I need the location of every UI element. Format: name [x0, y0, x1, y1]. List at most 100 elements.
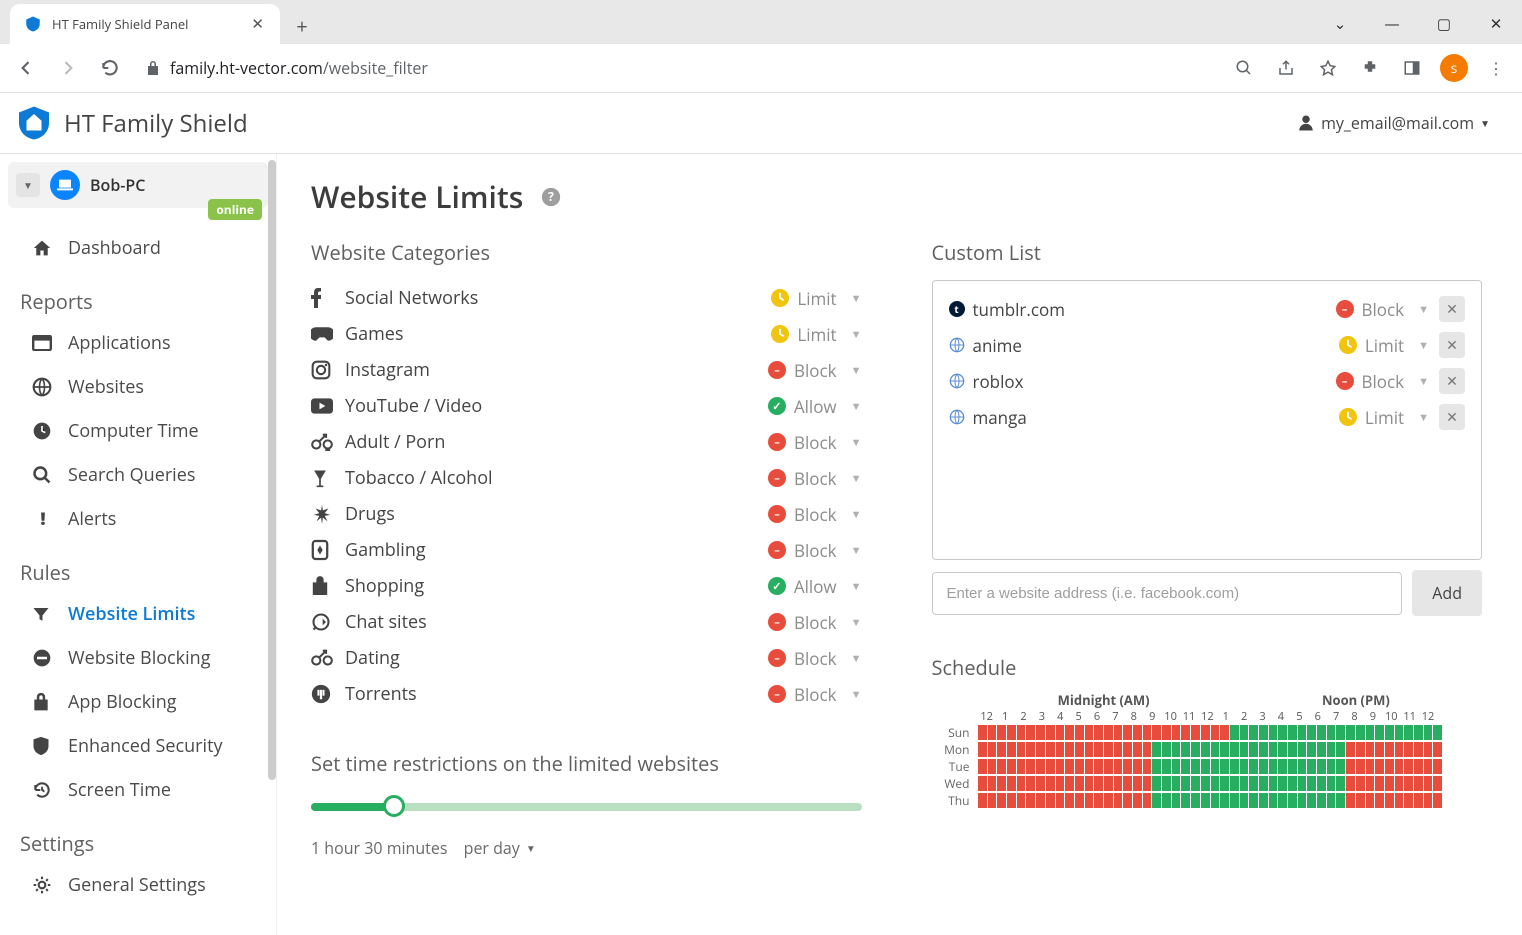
schedule-cell[interactable]	[988, 725, 997, 740]
share-icon[interactable]	[1268, 50, 1304, 86]
browser-tab[interactable]: HT Family Shield Panel ✕	[10, 4, 280, 44]
schedule-cell[interactable]	[1007, 776, 1016, 791]
schedule-cell[interactable]	[1240, 776, 1249, 791]
close-icon[interactable]: ✕	[251, 14, 264, 34]
schedule-cell[interactable]	[978, 759, 987, 774]
schedule-cell[interactable]	[1220, 793, 1229, 808]
schedule-cell[interactable]	[1017, 742, 1026, 757]
schedule-cell[interactable]	[1317, 725, 1326, 740]
schedule-cell[interactable]	[1181, 759, 1190, 774]
schedule-cell[interactable]	[1056, 776, 1065, 791]
schedule-cell[interactable]	[1152, 776, 1161, 791]
schedule-cell[interactable]	[1414, 793, 1423, 808]
schedule-cell[interactable]	[1046, 725, 1055, 740]
schedule-cell[interactable]	[1133, 725, 1142, 740]
schedule-cell[interactable]	[1366, 742, 1375, 757]
sidebar-item-general-settings[interactable]: General Settings	[8, 863, 268, 907]
schedule-cell[interactable]	[1123, 759, 1132, 774]
status-dropdown[interactable]: –Block▼	[1336, 370, 1429, 393]
status-dropdown[interactable]: Limit▼	[771, 323, 861, 346]
status-dropdown[interactable]: ✓Allow▼	[768, 575, 862, 598]
schedule-cell[interactable]	[1375, 759, 1384, 774]
schedule-cell[interactable]	[1278, 742, 1287, 757]
schedule-cell[interactable]	[1085, 742, 1094, 757]
profile-button[interactable]: s	[1436, 50, 1472, 86]
schedule-cell[interactable]	[1230, 759, 1239, 774]
schedule-cell[interactable]	[1191, 759, 1200, 774]
schedule-cell[interactable]	[1094, 776, 1103, 791]
schedule-cell[interactable]	[978, 742, 987, 757]
schedule-cell[interactable]	[1211, 776, 1220, 791]
schedule-cell[interactable]	[1007, 759, 1016, 774]
schedule-cell[interactable]	[1114, 742, 1123, 757]
schedule-cell[interactable]	[1104, 742, 1113, 757]
schedule-cell[interactable]	[1424, 759, 1433, 774]
schedule-cell[interactable]	[1123, 725, 1132, 740]
schedule-cell[interactable]	[1288, 725, 1297, 740]
schedule-cell[interactable]	[1056, 759, 1065, 774]
schedule-cell[interactable]	[1375, 725, 1384, 740]
schedule-cell[interactable]	[1056, 742, 1065, 757]
schedule-cell[interactable]	[1085, 725, 1094, 740]
schedule-cell[interactable]	[1152, 793, 1161, 808]
schedule-cell[interactable]	[1395, 742, 1404, 757]
schedule-cell[interactable]	[1327, 725, 1336, 740]
schedule-cell[interactable]	[1366, 793, 1375, 808]
schedule-cell[interactable]	[1017, 776, 1026, 791]
schedule-cell[interactable]	[1385, 759, 1394, 774]
schedule-cell[interactable]	[1240, 759, 1249, 774]
schedule-cell[interactable]	[1288, 742, 1297, 757]
schedule-cell[interactable]	[1085, 759, 1094, 774]
schedule-cell[interactable]	[1385, 725, 1394, 740]
schedule-cell[interactable]	[1211, 793, 1220, 808]
device-dropdown-toggle[interactable]: ▼	[16, 173, 40, 197]
schedule-cell[interactable]	[1026, 776, 1035, 791]
schedule-cell[interactable]	[1094, 793, 1103, 808]
schedule-cell[interactable]	[978, 776, 987, 791]
schedule-cell[interactable]	[1026, 742, 1035, 757]
user-menu[interactable]: my_email@mail.com ▼	[1297, 112, 1490, 134]
schedule-cell[interactable]	[1385, 776, 1394, 791]
schedule-cell[interactable]	[1259, 725, 1268, 740]
schedule-cell[interactable]	[1026, 725, 1035, 740]
status-dropdown[interactable]: Limit▼	[771, 287, 861, 310]
schedule-cell[interactable]	[1259, 759, 1268, 774]
schedule-cell[interactable]	[1162, 742, 1171, 757]
schedule-cell[interactable]	[1201, 742, 1210, 757]
status-dropdown[interactable]: –Block▼	[768, 359, 861, 382]
schedule-cell[interactable]	[1181, 776, 1190, 791]
schedule-cell[interactable]	[1046, 759, 1055, 774]
schedule-cell[interactable]	[1298, 725, 1307, 740]
schedule-cell[interactable]	[1278, 725, 1287, 740]
schedule-cell[interactable]	[1307, 725, 1316, 740]
schedule-cell[interactable]	[1143, 759, 1152, 774]
status-dropdown[interactable]: ✓Allow▼	[768, 395, 862, 418]
schedule-cell[interactable]	[1240, 793, 1249, 808]
schedule-cell[interactable]	[1046, 793, 1055, 808]
status-dropdown[interactable]: Limit▼	[1339, 406, 1429, 429]
schedule-cell[interactable]	[1395, 725, 1404, 740]
status-dropdown[interactable]: –Block▼	[768, 539, 861, 562]
sidebar-item-dashboard[interactable]: Dashboard	[8, 226, 268, 270]
schedule-cell[interactable]	[1424, 725, 1433, 740]
schedule-cell[interactable]	[1220, 759, 1229, 774]
schedule-cell[interactable]	[1104, 725, 1113, 740]
schedule-cell[interactable]	[1259, 793, 1268, 808]
schedule-cell[interactable]	[1172, 776, 1181, 791]
schedule-cell[interactable]	[1269, 793, 1278, 808]
schedule-cell[interactable]	[1191, 742, 1200, 757]
schedule-cell[interactable]	[1317, 742, 1326, 757]
schedule-cell[interactable]	[997, 793, 1006, 808]
schedule-cell[interactable]	[1152, 725, 1161, 740]
schedule-cell[interactable]	[1094, 759, 1103, 774]
schedule-cell[interactable]	[1240, 742, 1249, 757]
minimize-icon[interactable]: —	[1366, 4, 1418, 44]
schedule-cell[interactable]	[1375, 776, 1384, 791]
schedule-cell[interactable]	[1307, 742, 1316, 757]
schedule-cell[interactable]	[1259, 776, 1268, 791]
device-panel[interactable]: ▼ Bob-PC online	[8, 162, 268, 208]
brand[interactable]: HT Family Shield	[16, 105, 248, 141]
schedule-cell[interactable]	[997, 759, 1006, 774]
schedule-cell[interactable]	[997, 742, 1006, 757]
schedule-cell[interactable]	[1327, 793, 1336, 808]
